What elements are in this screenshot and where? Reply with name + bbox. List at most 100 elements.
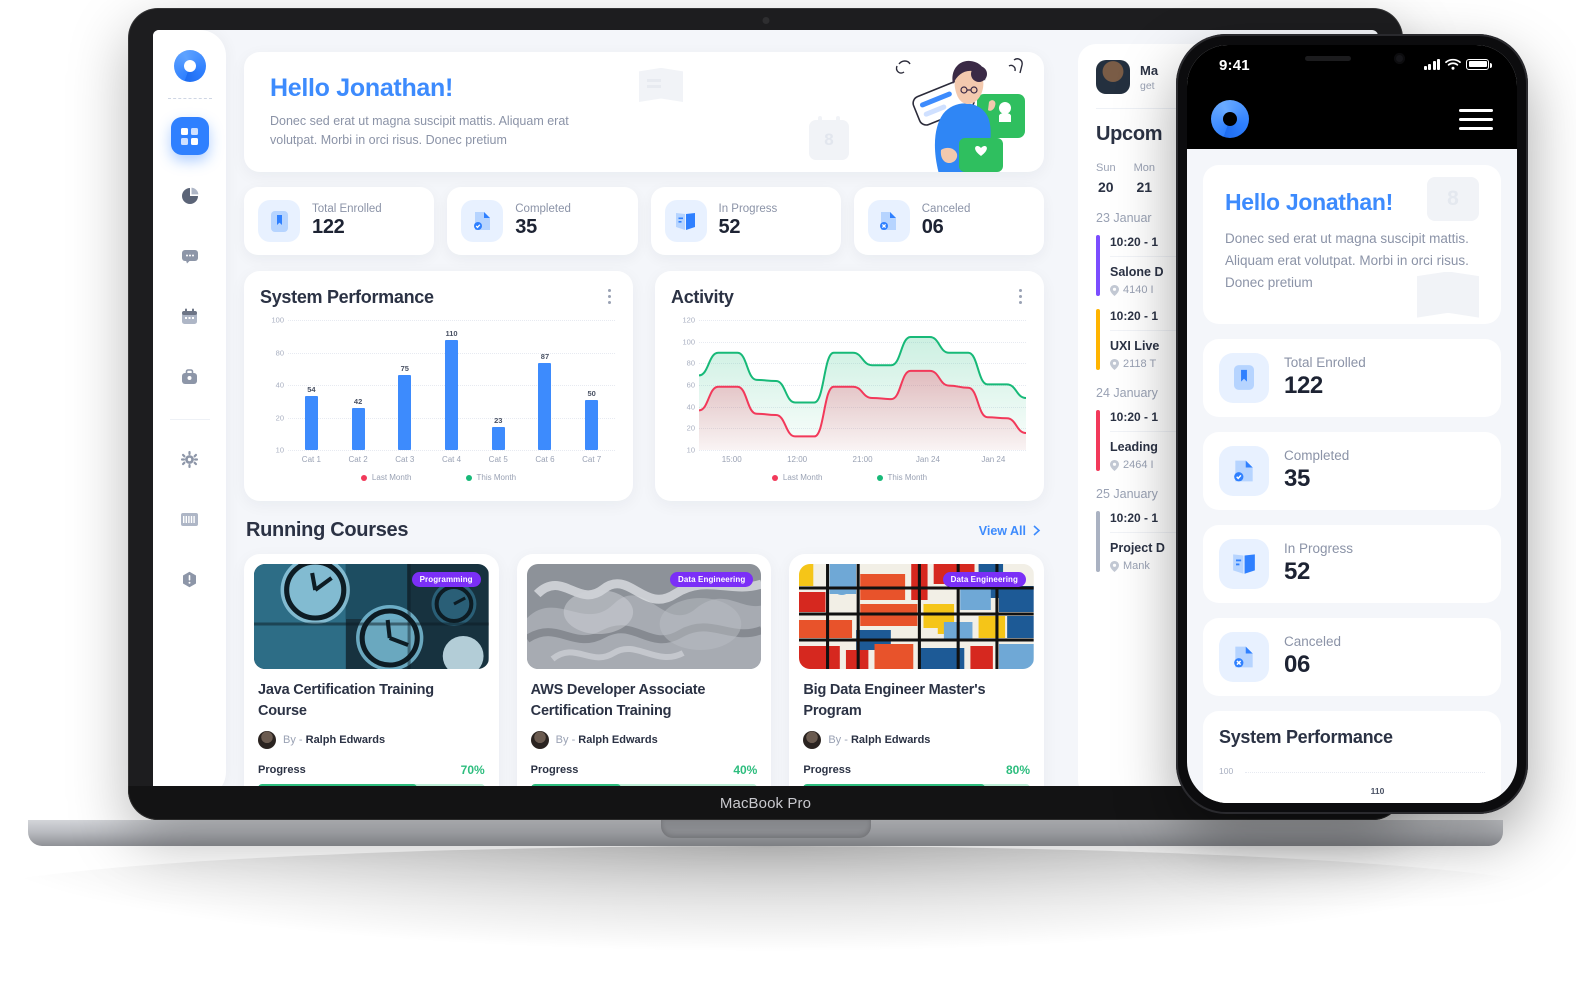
stat-value: 06: [921, 216, 944, 238]
laptop-label-text: MacBook Pro: [719, 794, 812, 812]
legend-label: This Month: [476, 473, 517, 482]
laptop-base-notch: [660, 820, 871, 838]
legend-label: Last Month: [782, 473, 823, 482]
sidebar-item-analytics[interactable]: [171, 177, 209, 215]
phone-greeting-card: Hello Jonathan! Donec sed erat ut magna …: [1203, 165, 1501, 324]
bar[interactable]: [491, 427, 505, 450]
sidebar-item-help[interactable]: [171, 560, 209, 598]
area-chart-plot-area: [699, 320, 1026, 451]
file-check-icon: [1219, 445, 1269, 496]
calendar-watermark-icon: 8: [809, 116, 849, 160]
course-thumbnail: Data Engineering: [799, 564, 1035, 669]
bar[interactable]: [304, 396, 318, 450]
bar-group: 42: [335, 320, 382, 450]
day-cell[interactable]: Sun 20: [1096, 162, 1116, 195]
course-card[interactable]: Data Engineering Big Data Engineer Maste…: [789, 554, 1045, 798]
charts-row: System Performance 100 80 40 20 10 54 42 75 110…: [244, 271, 1044, 501]
activity-area-chart: 120 100 80 60 40 20 10: [671, 316, 1028, 455]
by-prefix: By -: [555, 734, 576, 747]
stat-card-completed[interactable]: Completed 35: [447, 187, 638, 255]
stat-value: 52: [718, 216, 741, 238]
y-tick-label: 100: [682, 337, 695, 347]
course-thumbnail: Data Engineering: [526, 564, 762, 669]
running-courses-header: Running Courses View All: [246, 519, 1042, 542]
bar-chart-legend: Last Month This Month: [260, 473, 617, 482]
location-pin-icon: [1110, 358, 1119, 370]
y-tick-label: 80: [686, 358, 695, 368]
bar[interactable]: [585, 400, 599, 450]
cellular-signal-icon: [1423, 58, 1440, 70]
bar-group: 75: [381, 320, 428, 450]
open-book-icon: [664, 200, 707, 242]
author-name: Ralph Edwards: [578, 734, 658, 747]
event-color-bar: [1096, 410, 1100, 471]
bar-group: 50: [568, 320, 615, 450]
phone-navbar: [1187, 89, 1517, 149]
panel-title: Activity: [671, 287, 734, 307]
sidebar-item-dashboard[interactable]: [170, 117, 209, 155]
laptop-shadow: [0, 846, 1576, 956]
author-name: Ralph Edwards: [305, 734, 386, 747]
by-prefix: By -: [828, 734, 848, 747]
bar[interactable]: [351, 408, 365, 450]
course-title: AWS Developer Associate Certification Tr…: [530, 682, 706, 720]
stat-label: Total Enrolled: [1284, 355, 1366, 371]
stat-card-total-enrolled[interactable]: Total Enrolled 122: [244, 187, 435, 255]
bar-value-label: 23: [494, 416, 503, 425]
sidebar-item-messages[interactable]: [171, 237, 209, 275]
author-name: Ralph Edwards: [850, 734, 931, 747]
sidebar-item-calendar[interactable]: [171, 297, 209, 335]
course-card[interactable]: Data Engineering AWS Developer Associate…: [516, 554, 772, 798]
chat-icon: [181, 250, 198, 264]
phone-stat-card-canceled[interactable]: Canceled 06: [1203, 617, 1501, 696]
sidebar-item-briefcase[interactable]: [171, 357, 209, 395]
bar-chart-y-axis: 100 80 40 20 10: [260, 316, 286, 455]
hamburger-menu-icon[interactable]: [1459, 108, 1493, 130]
sidebar-item-settings[interactable]: [171, 440, 209, 478]
alert-icon: [183, 571, 196, 587]
bar-chart-plot-area: 54 42 75 110 23 87 50: [288, 320, 615, 451]
phone-mini-chart: 100 110: [1219, 760, 1485, 802]
phone-stat-card-in-progress[interactable]: In Progress 52: [1203, 524, 1501, 603]
y-tick-label: 20: [275, 413, 284, 422]
calendar-icon: [182, 308, 197, 324]
y-tick-label: 10: [686, 445, 695, 455]
course-card[interactable]: Programming Java Certification Training …: [244, 554, 499, 798]
open-book-icon: [1219, 538, 1269, 589]
panel-menu-icon[interactable]: [1012, 287, 1028, 305]
open-book-watermark-icon: [1417, 271, 1479, 318]
bar[interactable]: [445, 340, 459, 450]
greeting-description: Donec sed erat ut magna suscipit mattis.…: [270, 114, 569, 148]
sidebar-item-list[interactable]: [171, 500, 209, 538]
brand-logo-icon[interactable]: [1211, 100, 1249, 138]
legend-item: Last Month: [360, 473, 412, 482]
phone-system-performance-panel: System Performance 100 110: [1203, 710, 1501, 803]
progress-label: Progress: [530, 764, 579, 777]
stat-card-canceled[interactable]: Canceled 06: [853, 187, 1044, 255]
x-tick-label: Cat 5: [488, 455, 508, 464]
bar[interactable]: [538, 363, 552, 450]
x-tick-label: 15:00: [721, 455, 742, 464]
x-tick-label: Cat 4: [441, 455, 462, 464]
bar-value-label: 110: [445, 329, 458, 338]
course-tag: Programming: [411, 572, 481, 587]
stat-card-in-progress[interactable]: In Progress 52: [650, 187, 841, 255]
day-cell[interactable]: Mon 21: [1134, 162, 1155, 195]
brand-logo-icon[interactable]: [173, 50, 206, 82]
bar[interactable]: [398, 375, 412, 450]
grid-line: [288, 450, 615, 451]
file-check-icon: [461, 200, 504, 242]
phone-stat-card-total-enrolled[interactable]: Total Enrolled 122: [1203, 338, 1501, 417]
x-tick-label: Cat 6: [535, 455, 555, 464]
panel-menu-icon[interactable]: [601, 287, 617, 305]
gear-icon: [181, 450, 198, 468]
mini-bar-label: 110: [1370, 785, 1385, 796]
phone-stat-card-completed[interactable]: Completed 35: [1203, 431, 1501, 510]
bar-chart-x-axis: Cat 1 Cat 2 Cat 3 Cat 4 Cat 5 Cat 6 Cat 7: [288, 455, 615, 464]
user-name: Jonathan!: [336, 74, 454, 102]
view-all-button[interactable]: View All: [979, 524, 1042, 538]
course-thumbnail: Programming: [254, 564, 489, 669]
course-tag: Data Engineering: [942, 572, 1027, 587]
system-performance-panel: System Performance 100 80 40 20 10 54 42 75 110…: [244, 271, 633, 501]
phone-notch: [1277, 45, 1427, 73]
